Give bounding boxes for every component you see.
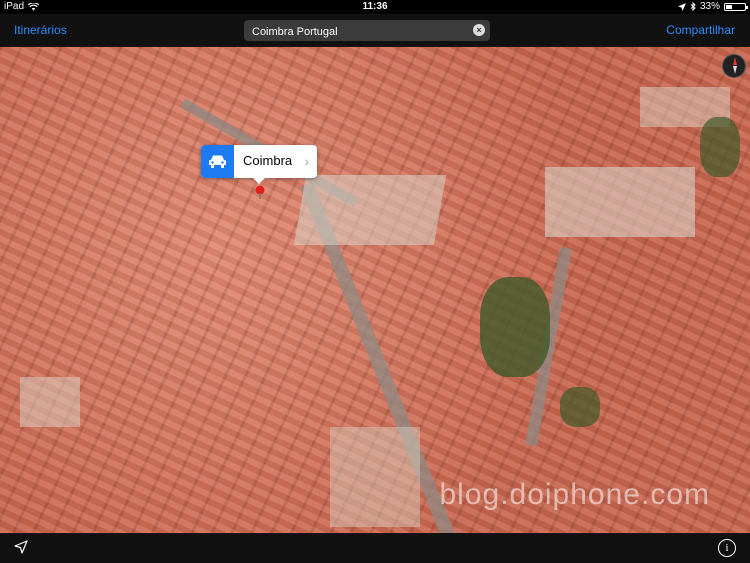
chevron-right-icon[interactable]: › xyxy=(304,153,309,169)
trees xyxy=(700,117,740,177)
map-pin-icon[interactable] xyxy=(255,185,265,199)
map-flyover-view[interactable]: Coimbra › blog.doiphone.com xyxy=(0,47,750,533)
watermark: blog.doiphone.com xyxy=(439,478,710,511)
callout-tail xyxy=(253,178,265,184)
compass-south-needle xyxy=(733,66,737,74)
location-callout[interactable]: Coimbra › xyxy=(201,145,317,184)
university-building xyxy=(545,167,695,237)
top-toolbar: Itinerários × Compartilhar xyxy=(0,14,750,47)
search-input[interactable] xyxy=(250,22,464,41)
battery-percent: 33% xyxy=(699,1,720,12)
status-time: 11:36 xyxy=(362,1,388,12)
battery-fill xyxy=(726,4,732,9)
clear-search-icon[interactable]: × xyxy=(473,24,485,36)
battery-icon xyxy=(724,2,748,11)
status-right: 33% xyxy=(677,1,748,12)
status-bar: iPad 11:36 33% xyxy=(0,0,750,14)
info-icon[interactable]: i xyxy=(718,539,736,557)
directions-car-button[interactable] xyxy=(201,145,234,178)
callout-title: Coimbra xyxy=(243,153,293,168)
compass-north-needle xyxy=(733,57,737,65)
building xyxy=(330,427,420,527)
compass-icon[interactable] xyxy=(722,54,746,78)
plaza xyxy=(293,175,447,245)
location-arrow-status-icon xyxy=(677,2,686,11)
building xyxy=(20,377,80,427)
directions-button[interactable]: Itinerários xyxy=(14,23,67,37)
car-icon xyxy=(209,155,226,168)
location-arrow-icon[interactable] xyxy=(14,540,28,554)
trees xyxy=(560,387,600,427)
share-button[interactable]: Compartilhar xyxy=(666,23,735,37)
trees xyxy=(480,277,550,377)
search-bar[interactable]: × xyxy=(244,20,490,41)
bluetooth-icon xyxy=(690,2,696,11)
bottom-toolbar: i xyxy=(0,533,750,563)
